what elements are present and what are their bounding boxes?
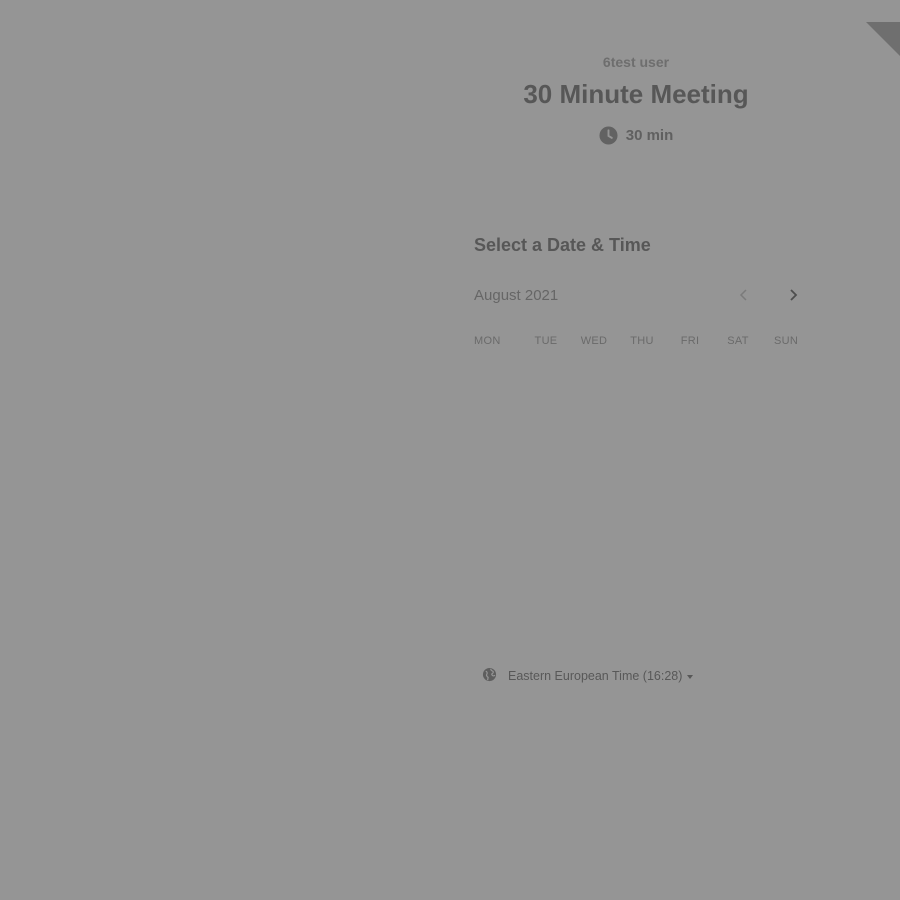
event-header: 6test user 30 Minute Meeting 30 min [436, 52, 836, 150]
weekday-sat: SAT [727, 335, 749, 347]
weekday-mon: MON [474, 335, 501, 347]
weekday-wed: WED [580, 335, 608, 347]
corner-ribbon[interactable] [866, 22, 900, 56]
previous-month-button[interactable] [733, 286, 755, 308]
month-navigation: August 2021 [474, 286, 808, 308]
next-month-button[interactable] [782, 286, 804, 308]
weekday-header: MON TUE WED THU FRI SAT SUN [474, 335, 810, 347]
month-label: August 2021 [474, 287, 559, 304]
chevron-left-icon [739, 288, 749, 306]
weekday-tue: TUE [534, 335, 558, 347]
chevron-right-icon [788, 288, 798, 306]
host-name: 6test user [602, 54, 670, 70]
weekday-fri: FRI [680, 335, 700, 347]
event-title: 30 Minute Meeting [523, 79, 749, 109]
clock-icon [599, 126, 618, 145]
timezone-label: Eastern European Time (16:28) [508, 669, 694, 683]
caret-down-icon [687, 674, 694, 679]
booking-page: 6test user 30 Minute Meeting 30 min Sele… [0, 0, 900, 900]
weekday-sun: SUN [773, 335, 799, 347]
timezone-selector[interactable]: Eastern European Time (16:28) [482, 667, 694, 685]
event-duration: 30 min [599, 126, 674, 145]
weekday-thu: THU [630, 335, 654, 347]
globe-icon [482, 667, 497, 685]
duration-label: 30 min [625, 127, 674, 144]
section-title: Select a Date & Time [474, 235, 651, 255]
timezone-text: Eastern European Time (16:28) [508, 669, 683, 683]
